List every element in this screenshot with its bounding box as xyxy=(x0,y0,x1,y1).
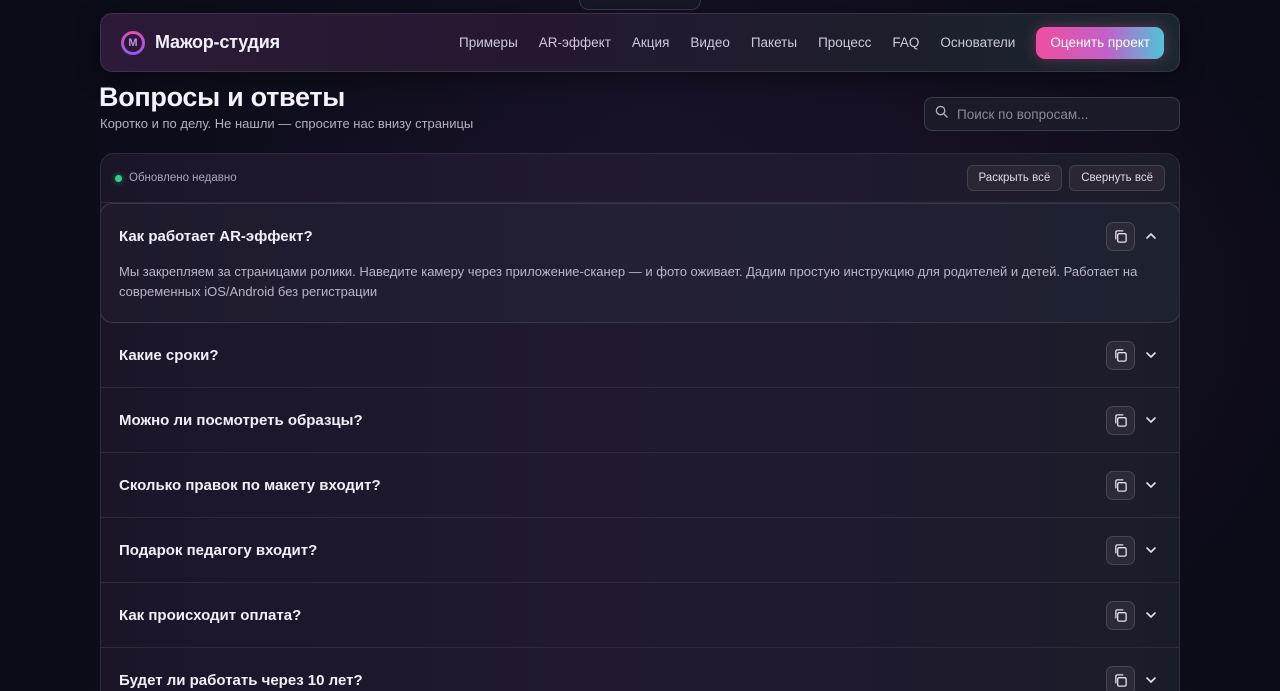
faq-question: Сколько правок по макету входит? xyxy=(119,476,381,494)
copy-icon[interactable] xyxy=(1106,535,1135,565)
chevron-down-icon[interactable] xyxy=(1136,406,1165,435)
faq-actions xyxy=(1106,405,1165,435)
nav-link-promo[interactable]: Акция xyxy=(632,35,670,50)
nav-link-process[interactable]: Процесс xyxy=(818,35,871,50)
logo-letter: M xyxy=(124,33,142,52)
faq-item: Можно ли посмотреть образцы? xyxy=(101,388,1179,453)
chevron-down-icon[interactable] xyxy=(1136,536,1165,565)
copy-icon[interactable] xyxy=(1106,221,1135,251)
copy-icon[interactable] xyxy=(1106,405,1135,435)
nav-link-ar-effect[interactable]: AR-эффект xyxy=(539,35,611,50)
faq-toggle[interactable]: Как происходит оплата? xyxy=(101,583,1179,647)
top-handle xyxy=(579,0,701,10)
faq-toggle[interactable]: Можно ли посмотреть образцы? xyxy=(101,388,1179,452)
navbar: M Мажор-студия Примеры AR-эффект Акция В… xyxy=(100,13,1180,72)
nav-link-founders[interactable]: Основатели xyxy=(940,35,1015,50)
search-input[interactable] xyxy=(957,106,1157,122)
faq-item: Подарок педагогу входит? xyxy=(101,518,1179,583)
faq-actions xyxy=(1106,665,1165,691)
faq-question: Подарок педагогу входит? xyxy=(119,541,318,559)
nav-link-video[interactable]: Видео xyxy=(690,35,729,50)
faq-toggle[interactable]: Сколько правок по макету входит? xyxy=(101,453,1179,517)
faq-item: Будет ли работать через 10 лет? xyxy=(101,648,1179,691)
chevron-down-icon[interactable] xyxy=(1136,666,1165,691)
nav-link-examples[interactable]: Примеры xyxy=(459,35,518,50)
page-title: Вопросы и ответы xyxy=(99,82,346,112)
status-dot xyxy=(115,174,122,182)
copy-icon[interactable] xyxy=(1106,665,1135,691)
page-subtitle: Коротко и по делу. Не нашли — спросите н… xyxy=(100,116,474,131)
status-text: Обновлено недавно xyxy=(129,172,237,184)
faq-actions xyxy=(1106,535,1165,565)
search-box[interactable] xyxy=(924,97,1180,131)
faq-actions xyxy=(1106,470,1165,500)
collapse-all-button[interactable]: Свернуть всё xyxy=(1069,165,1165,191)
faq-actions xyxy=(1106,600,1165,630)
faq-item: Как происходит оплата? xyxy=(101,583,1179,648)
search-icon xyxy=(935,105,948,123)
faq-item: Какие сроки? xyxy=(101,323,1179,388)
copy-icon[interactable] xyxy=(1106,600,1135,630)
chevron-down-icon[interactable] xyxy=(1136,601,1165,630)
faq-question: Будет ли работать через 10 лет? xyxy=(119,671,363,689)
faq-item: Сколько правок по макету входит? xyxy=(101,453,1179,518)
faq-panel: Обновлено недавно Раскрыть всё Свернуть … xyxy=(100,153,1180,691)
faq-answer: Мы закрепляем за страницами ролики. Наве… xyxy=(119,264,1138,299)
nav-links: Примеры AR-эффект Акция Видео Пакеты Про… xyxy=(459,35,1015,50)
copy-icon[interactable] xyxy=(1106,470,1135,500)
faq-question: Как происходит оплата? xyxy=(119,606,302,624)
nav-link-faq[interactable]: FAQ xyxy=(892,35,919,50)
faq-toggle[interactable]: Будет ли работать через 10 лет? xyxy=(101,648,1179,691)
faq-item: Как работает AR-эффект? Мы закрепляем за… xyxy=(101,203,1179,323)
chevron-down-icon[interactable] xyxy=(1136,341,1165,370)
faq-question: Как работает AR-эффект? xyxy=(119,227,313,245)
nav-link-packages[interactable]: Пакеты xyxy=(751,35,797,50)
chevron-down-icon[interactable] xyxy=(1136,471,1165,500)
faq-question: Какие сроки? xyxy=(119,346,219,364)
faq-question: Можно ли посмотреть образцы? xyxy=(119,411,363,429)
brand-name[interactable]: Мажор-студия xyxy=(155,32,280,53)
logo-icon[interactable]: M xyxy=(121,30,145,55)
faq-toggle[interactable]: Подарок педагогу входит? xyxy=(101,518,1179,582)
faq-actions xyxy=(1106,221,1165,251)
estimate-project-button[interactable]: Оценить проект xyxy=(1036,26,1164,59)
copy-icon[interactable] xyxy=(1106,340,1135,370)
expand-all-button[interactable]: Раскрыть всё xyxy=(966,165,1063,191)
faq-toggle[interactable]: Как работает AR-эффект? xyxy=(101,204,1179,268)
faq-toggle[interactable]: Какие сроки? xyxy=(101,323,1179,387)
faq-actions xyxy=(1106,340,1165,370)
chevron-up-icon[interactable] xyxy=(1136,222,1165,251)
panel-actions: Раскрыть всё Свернуть всё xyxy=(960,165,1165,191)
panel-header: Обновлено недавно Раскрыть всё Свернуть … xyxy=(101,154,1179,203)
